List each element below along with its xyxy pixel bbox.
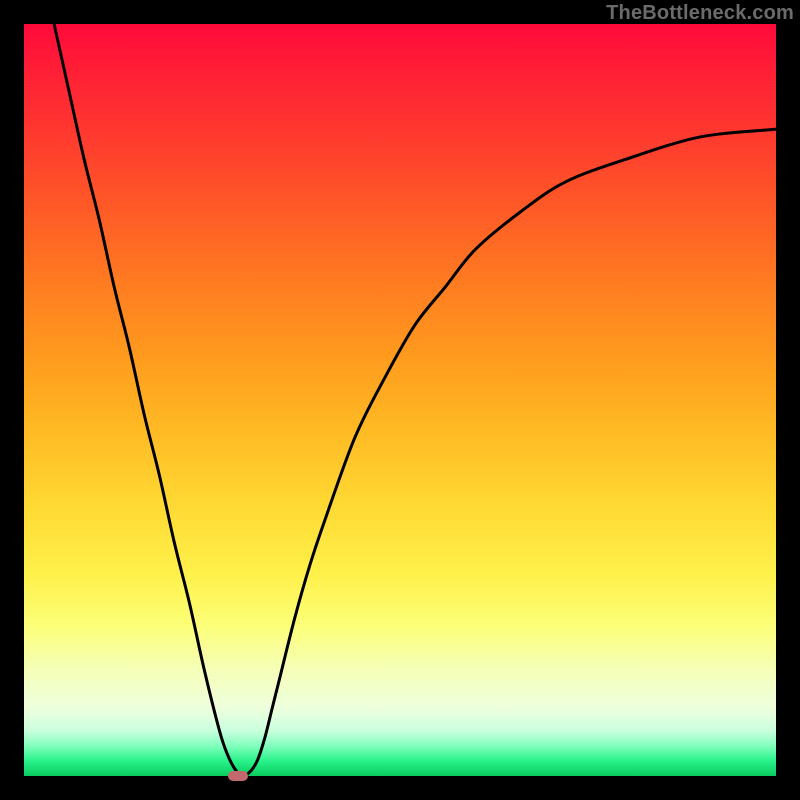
watermark-text: TheBottleneck.com (606, 2, 794, 25)
chart-curve (24, 24, 776, 776)
bottleneck-marker (228, 771, 248, 781)
chart-frame (24, 24, 776, 776)
